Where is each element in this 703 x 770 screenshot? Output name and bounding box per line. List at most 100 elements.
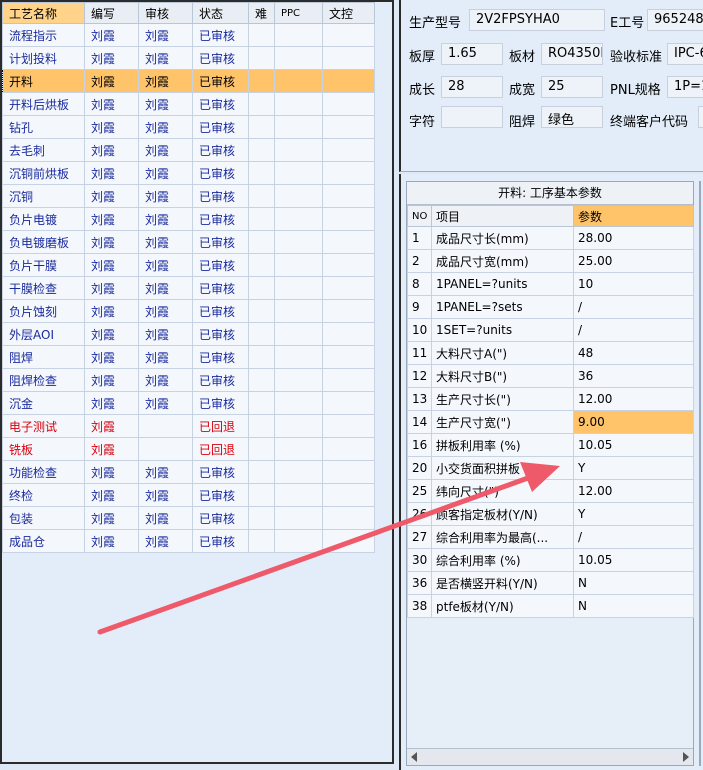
- difficulty-cell[interactable]: [248, 345, 275, 369]
- writer-cell[interactable]: 刘霞: [84, 414, 139, 438]
- difficulty-cell[interactable]: [248, 322, 275, 346]
- col-header-reviewer[interactable]: 审核: [138, 2, 193, 24]
- difficulty-cell[interactable]: [248, 506, 275, 530]
- param-item-cell[interactable]: 生产尺寸长("): [431, 387, 574, 411]
- process-name-cell[interactable]: 负片电镀: [2, 207, 85, 231]
- param-value-cell[interactable]: 10.05: [573, 548, 694, 572]
- reviewer-cell[interactable]: 刘霞: [138, 46, 193, 70]
- process-row[interactable]: 电子测试 刘霞 已回退: [2, 414, 375, 438]
- writer-cell[interactable]: 刘霞: [84, 207, 139, 231]
- param-no-cell[interactable]: 11: [407, 341, 432, 365]
- process-name-cell[interactable]: 开料后烘板: [2, 92, 85, 116]
- col-header-item[interactable]: 项目: [431, 205, 574, 227]
- writer-cell[interactable]: 刘霞: [84, 391, 139, 415]
- ppc-cell[interactable]: [274, 414, 323, 438]
- ppc-cell[interactable]: [274, 322, 323, 346]
- writer-cell[interactable]: 刘霞: [84, 437, 139, 461]
- difficulty-cell[interactable]: [248, 299, 275, 323]
- reviewer-cell[interactable]: 刘霞: [138, 230, 193, 254]
- ppc-cell[interactable]: [274, 46, 323, 70]
- param-item-cell[interactable]: 小交货面积拼板: [431, 456, 574, 480]
- status-cell[interactable]: 已审核: [192, 368, 249, 392]
- param-value-cell[interactable]: 12.00: [573, 387, 694, 411]
- difficulty-cell[interactable]: [248, 368, 275, 392]
- col-header-ppc[interactable]: PPC: [274, 2, 323, 24]
- status-cell[interactable]: 已审核: [192, 138, 249, 162]
- col-header-writer[interactable]: 编写: [84, 2, 139, 24]
- param-row[interactable]: 13 生产尺寸长(") 12.00: [407, 387, 694, 411]
- process-row[interactable]: 负电镀磨板 刘霞 刘霞 已审核: [2, 230, 375, 254]
- doc-control-cell[interactable]: [322, 483, 375, 507]
- param-no-cell[interactable]: 25: [407, 479, 432, 503]
- process-row[interactable]: 去毛刺 刘霞 刘霞 已审核: [2, 138, 375, 162]
- writer-cell[interactable]: 刘霞: [84, 23, 139, 47]
- param-value-cell[interactable]: /: [573, 318, 694, 342]
- doc-control-cell[interactable]: [322, 391, 375, 415]
- process-name-cell[interactable]: 负片蚀刻: [2, 299, 85, 323]
- col-header-value[interactable]: 参数: [573, 205, 694, 227]
- status-cell[interactable]: 已审核: [192, 230, 249, 254]
- status-cell[interactable]: 已审核: [192, 115, 249, 139]
- acceptance-field[interactable]: IPC-6: [667, 43, 703, 65]
- param-value-cell[interactable]: 12.00: [573, 479, 694, 503]
- status-cell[interactable]: 已回退: [192, 437, 249, 461]
- ppc-cell[interactable]: [274, 368, 323, 392]
- param-row[interactable]: 10 1SET=?units /: [407, 318, 694, 342]
- process-name-cell[interactable]: 负电镀磨板: [2, 230, 85, 254]
- param-no-cell[interactable]: 10: [407, 318, 432, 342]
- status-cell[interactable]: 已审核: [192, 345, 249, 369]
- process-row[interactable]: 阻焊 刘霞 刘霞 已审核: [2, 345, 375, 369]
- param-row[interactable]: 1 成品尺寸长(mm) 28.00: [407, 226, 694, 250]
- param-item-cell[interactable]: 是否横竖开料(Y/N): [431, 571, 574, 595]
- param-no-cell[interactable]: 26: [407, 502, 432, 526]
- process-row[interactable]: 干膜检查 刘霞 刘霞 已审核: [2, 276, 375, 300]
- doc-control-cell[interactable]: [322, 276, 375, 300]
- ppc-cell[interactable]: [274, 230, 323, 254]
- param-item-cell[interactable]: 1SET=?units: [431, 318, 574, 342]
- process-name-cell[interactable]: 计划投料: [2, 46, 85, 70]
- col-header-process-name[interactable]: 工艺名称: [2, 2, 85, 24]
- process-row[interactable]: 包装 刘霞 刘霞 已审核: [2, 506, 375, 530]
- process-name-cell[interactable]: 沉金: [2, 391, 85, 415]
- process-name-cell[interactable]: 沉铜前烘板: [2, 161, 85, 185]
- param-value-cell[interactable]: N: [573, 594, 694, 618]
- process-name-cell[interactable]: 阻焊检查: [2, 368, 85, 392]
- param-item-cell[interactable]: 拼板利用率 (%): [431, 433, 574, 457]
- status-cell[interactable]: 已审核: [192, 529, 249, 553]
- writer-cell[interactable]: 刘霞: [84, 115, 139, 139]
- param-value-cell[interactable]: 10.05: [573, 433, 694, 457]
- param-no-cell[interactable]: 14: [407, 410, 432, 434]
- process-name-cell[interactable]: 负片干膜: [2, 253, 85, 277]
- difficulty-cell[interactable]: [248, 253, 275, 277]
- pnl-field[interactable]: 1P=1: [667, 76, 703, 98]
- param-item-cell[interactable]: 综合利用率为最高(...: [431, 525, 574, 549]
- ppc-cell[interactable]: [274, 483, 323, 507]
- reviewer-cell[interactable]: 刘霞: [138, 92, 193, 116]
- status-cell[interactable]: 已审核: [192, 46, 249, 70]
- ppc-cell[interactable]: [274, 115, 323, 139]
- writer-cell[interactable]: 刘霞: [84, 46, 139, 70]
- thickness-field[interactable]: 1.65: [441, 43, 503, 65]
- param-value-cell[interactable]: /: [573, 525, 694, 549]
- ppc-cell[interactable]: [274, 184, 323, 208]
- doc-control-cell[interactable]: [322, 46, 375, 70]
- process-name-cell[interactable]: 电子测试: [2, 414, 85, 438]
- writer-cell[interactable]: 刘霞: [84, 368, 139, 392]
- writer-cell[interactable]: 刘霞: [84, 184, 139, 208]
- status-cell[interactable]: 已审核: [192, 23, 249, 47]
- process-row[interactable]: 开料后烘板 刘霞 刘霞 已审核: [2, 92, 375, 116]
- process-row[interactable]: 阻焊检查 刘霞 刘霞 已审核: [2, 368, 375, 392]
- reviewer-cell[interactable]: 刘霞: [138, 276, 193, 300]
- param-row[interactable]: 9 1PANEL=?sets /: [407, 295, 694, 319]
- difficulty-cell[interactable]: [248, 276, 275, 300]
- process-name-cell[interactable]: 成品仓: [2, 529, 85, 553]
- param-value-cell[interactable]: N: [573, 571, 694, 595]
- col-header-doc-control[interactable]: 文控: [322, 2, 375, 24]
- ppc-cell[interactable]: [274, 391, 323, 415]
- col-header-difficulty[interactable]: 难: [248, 2, 275, 24]
- param-item-cell[interactable]: 成品尺寸宽(mm): [431, 249, 574, 273]
- param-row[interactable]: 25 纬向尺寸(") 12.00: [407, 479, 694, 503]
- difficulty-cell[interactable]: [248, 92, 275, 116]
- process-row[interactable]: 负片蚀刻 刘霞 刘霞 已审核: [2, 299, 375, 323]
- ppc-cell[interactable]: [274, 506, 323, 530]
